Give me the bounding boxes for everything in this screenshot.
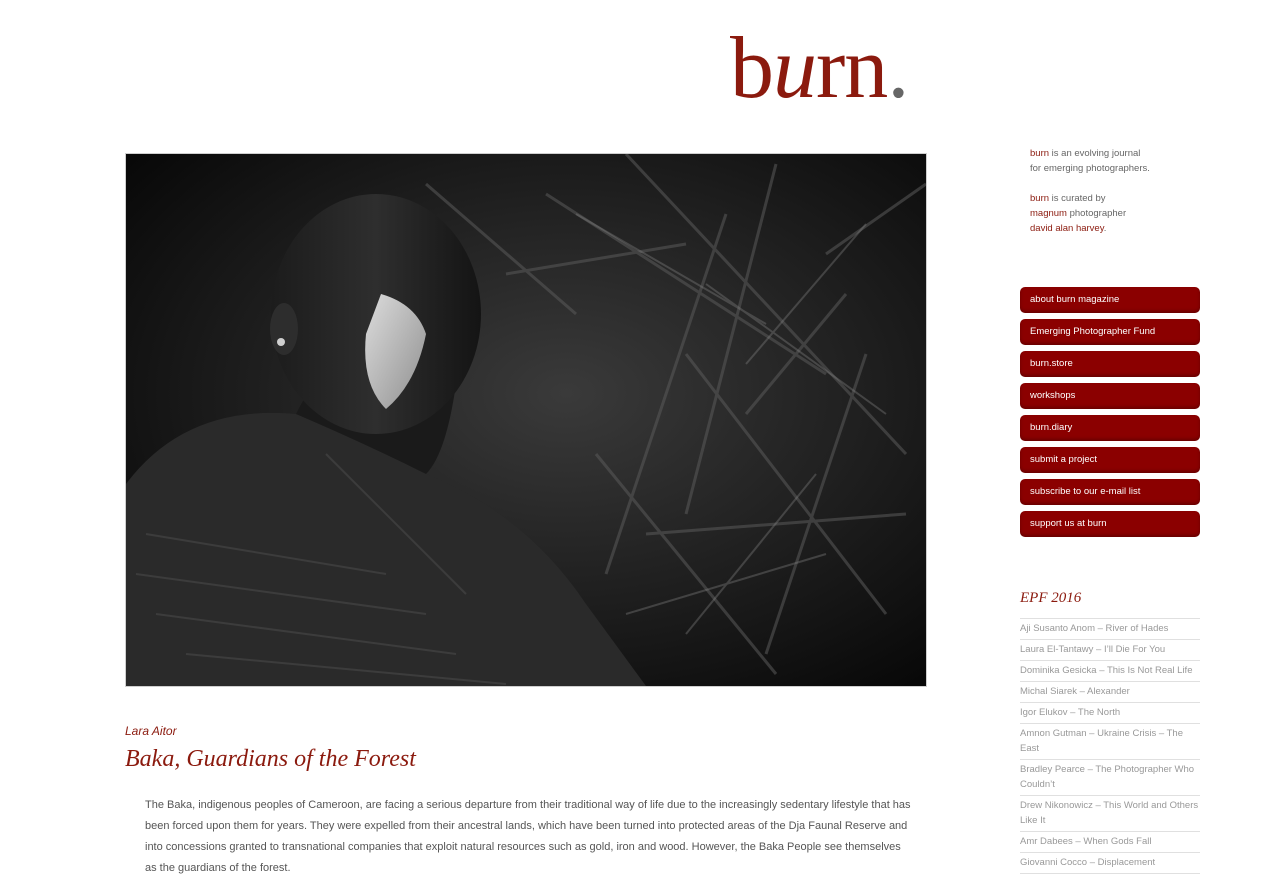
intro-text: is an evolving journal: [1049, 148, 1141, 159]
epf-link[interactable]: Aji Susanto Anom – River of Hades: [1020, 623, 1168, 634]
intro-text: .: [1103, 223, 1107, 234]
intro-text: photographer: [1066, 208, 1127, 219]
list-item: Giovanni Cocco – Displacement: [1020, 853, 1200, 874]
nav-link[interactable]: subscribe to our e-mail list: [1020, 479, 1200, 505]
nav-link[interactable]: support us at burn: [1020, 511, 1200, 537]
list-item: Aji Susanto Anom – River of Hades: [1020, 619, 1200, 640]
magnum-link[interactable]: magnum: [1030, 208, 1067, 219]
intro-text: for emerging photographers.: [1030, 163, 1150, 174]
nav-item-workshops[interactable]: workshops: [1020, 383, 1200, 409]
logo-letters-rn: rn: [816, 20, 888, 117]
author-name[interactable]: Lara Aitor: [125, 724, 177, 738]
intro-burn-link[interactable]: burn: [1030, 148, 1049, 159]
list-item: Dominika Gesicka – This Is Not Real Life: [1020, 661, 1200, 682]
nav-link[interactable]: workshops: [1020, 383, 1200, 409]
intro-paragraph-1: burn is an evolving journal for emerging …: [1030, 146, 1210, 176]
burn-logo[interactable]: burn.: [730, 24, 930, 114]
logo-letter-b: b: [730, 20, 774, 117]
epf-list: Aji Susanto Anom – River of Hades Laura …: [1020, 618, 1200, 874]
intro-paragraph-2: burn is curated by magnum photographer dav…: [1030, 191, 1210, 236]
nav-item-subscribe[interactable]: subscribe to our e-mail list: [1020, 479, 1200, 505]
nav-link[interactable]: burn.diary: [1020, 415, 1200, 441]
story-title[interactable]: Baka, Guardians of the Forest: [125, 746, 416, 773]
nav-link[interactable]: submit a project: [1020, 447, 1200, 473]
epf-link[interactable]: Drew Nikonowicz – This World and Others …: [1020, 800, 1198, 826]
epf-heading: EPF 2016: [1020, 590, 1082, 606]
logo-letter-u: u: [773, 20, 817, 117]
nav-item-submit[interactable]: submit a project: [1020, 447, 1200, 473]
list-item: Bradley Pearce – The Photographer Who Co…: [1020, 760, 1200, 796]
epf-link[interactable]: Igor Elukov – The North: [1020, 707, 1120, 718]
intro-text: is curated by: [1049, 193, 1106, 204]
nav-link[interactable]: burn.store: [1020, 351, 1200, 377]
epf-link[interactable]: Amnon Gutman – Ukraine Crisis – The East: [1020, 728, 1183, 754]
epf-link[interactable]: Laura El-Tantawy – I’ll Die For You: [1020, 644, 1165, 655]
list-item: Michal Siarek – Alexander: [1020, 682, 1200, 703]
list-item: Laura El-Tantawy – I’ll Die For You: [1020, 640, 1200, 661]
feature-photo-image: [126, 154, 926, 686]
nav-link[interactable]: about burn magazine: [1020, 287, 1200, 313]
nav-link[interactable]: Emerging Photographer Fund: [1020, 319, 1200, 345]
nav-item-about[interactable]: about burn magazine: [1020, 287, 1200, 313]
nav-item-diary[interactable]: burn.diary: [1020, 415, 1200, 441]
list-item: Amnon Gutman – Ukraine Crisis – The East: [1020, 724, 1200, 760]
sidebar-nav: about burn magazine Emerging Photographe…: [1020, 287, 1200, 543]
nav-item-store[interactable]: burn.store: [1020, 351, 1200, 377]
story-description: The Baka, indigenous peoples of Cameroon…: [145, 799, 911, 874]
list-item: Amr Dabees – When Gods Fall: [1020, 832, 1200, 853]
intro-burn-link-2[interactable]: burn: [1030, 193, 1049, 204]
list-item: Drew Nikonowicz – This World and Others …: [1020, 796, 1200, 832]
epf-link[interactable]: Michal Siarek – Alexander: [1020, 686, 1130, 697]
epf-link[interactable]: Giovanni Cocco – Displacement: [1020, 857, 1155, 868]
nav-item-epf[interactable]: Emerging Photographer Fund: [1020, 319, 1200, 345]
feature-photo[interactable]: [125, 153, 927, 687]
list-item: Igor Elukov – The North: [1020, 703, 1200, 724]
david-alan-harvey-link[interactable]: david alan harvey: [1030, 223, 1104, 234]
logo-dot: .: [887, 20, 909, 117]
epf-link[interactable]: Amr Dabees – When Gods Fall: [1020, 836, 1151, 847]
epf-link[interactable]: Bradley Pearce – The Photographer Who Co…: [1020, 764, 1194, 790]
nav-item-support[interactable]: support us at burn: [1020, 511, 1200, 537]
epf-link[interactable]: Dominika Gesicka – This Is Not Real Life: [1020, 665, 1192, 676]
sidebar-intro: burn is an evolving journal for emerging …: [1030, 146, 1210, 251]
